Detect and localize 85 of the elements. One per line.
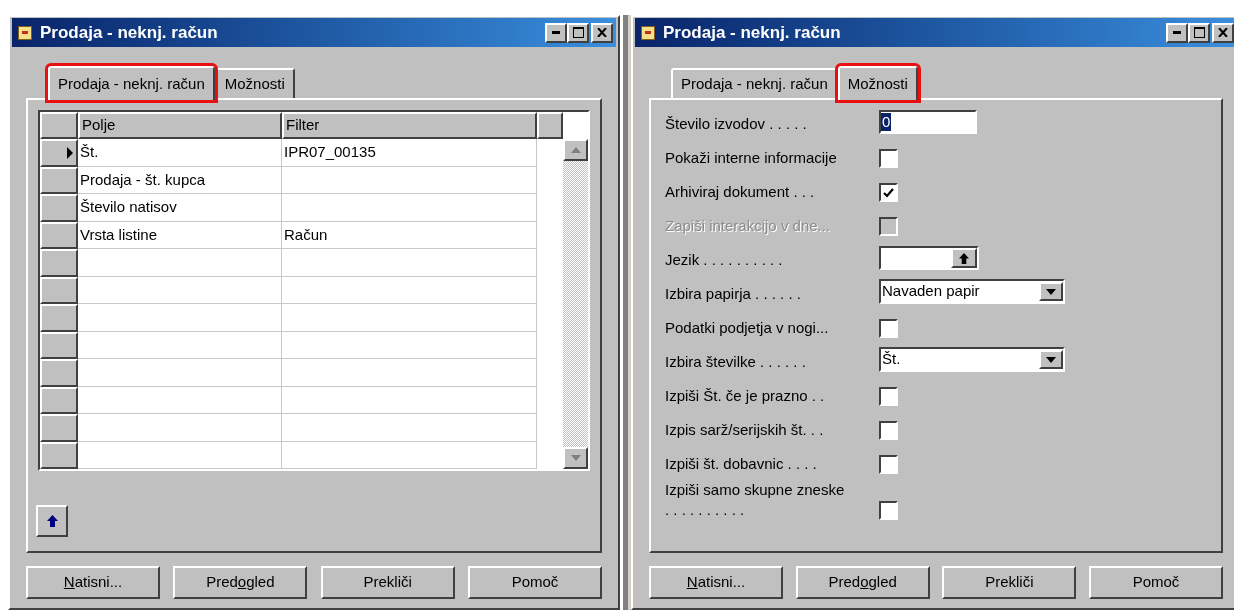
option-label: Izbira papirja . . . . . . — [665, 284, 802, 304]
option-label: Izpiši samo skupne zneske . . . . . . . . . . — [665, 480, 846, 520]
dropdown[interactable]: Št. — [879, 347, 1065, 372]
dialog-button[interactable]: Pomoč — [1088, 566, 1223, 599]
column-header[interactable] — [537, 112, 563, 139]
checkbox[interactable] — [879, 501, 898, 520]
option-label: Jezik . . . . . . . . . . — [665, 250, 784, 270]
dialog-button[interactable]: Prekliči — [320, 566, 455, 599]
dropdown[interactable]: Navaden papir — [879, 279, 1065, 304]
dialog-button[interactable]: Predogled — [173, 566, 308, 599]
minimize-button[interactable] — [545, 22, 567, 43]
maximize-button[interactable] — [1188, 22, 1210, 43]
window-title: Prodaja - neknj. račun — [663, 21, 842, 44]
row-selector[interactable] — [40, 221, 78, 249]
scroll-up-button[interactable] — [563, 139, 588, 161]
dialog-button[interactable]: Pomoč — [468, 566, 602, 599]
table-cell: IPR07_00135 — [282, 139, 537, 167]
checkbox[interactable] — [879, 387, 898, 406]
checkbox[interactable] — [879, 149, 898, 168]
window-icon — [641, 25, 655, 40]
column-header[interactable]: Filter — [282, 112, 537, 139]
row-selector[interactable] — [40, 304, 78, 332]
close-button[interactable] — [1212, 22, 1234, 43]
table-cell: Prodaja - št. kupca — [78, 166, 282, 194]
maximize-button[interactable] — [567, 22, 589, 43]
option-label: Izpiši Št. če je prazno . . — [665, 386, 826, 406]
scrollbar[interactable] — [563, 139, 588, 469]
scroll-down-button[interactable] — [563, 447, 588, 469]
option-label: Arhiviraj dokument . . . — [665, 182, 816, 202]
option-label: Zapiši interakcijo v dne... — [665, 216, 832, 236]
checkbox[interactable] — [879, 319, 898, 338]
caret-icon — [1046, 288, 1056, 295]
lookup-field[interactable] — [879, 246, 979, 270]
checkmark-icon — [883, 187, 894, 198]
row-selector[interactable] — [40, 276, 78, 304]
option-label: Število izvodov . . . . . — [665, 114, 808, 134]
close-icon — [597, 28, 607, 37]
maximize-icon — [572, 27, 584, 38]
checkbox[interactable] — [879, 421, 898, 440]
tab[interactable]: Prodaja - neknj. račun — [671, 68, 838, 98]
up-arrow-icon — [959, 252, 969, 264]
row-selector[interactable] — [40, 139, 78, 167]
minimize-icon — [1173, 31, 1181, 34]
input-field[interactable]: 0 — [879, 110, 977, 134]
current-row-icon — [66, 146, 74, 159]
minimize-button[interactable] — [1166, 22, 1188, 43]
lookup-button[interactable] — [951, 248, 977, 268]
table-cell: Število natisov — [78, 194, 282, 222]
option-label: Podatki podjetja v nogi... — [665, 318, 830, 338]
dialog-button[interactable]: Prekliči — [942, 566, 1077, 599]
row-selector[interactable] — [40, 414, 78, 442]
row-selector[interactable] — [40, 386, 78, 414]
tab[interactable]: Prodaja - neknj. račun — [48, 66, 215, 100]
option-label: Izbira številke . . . . . . — [665, 352, 807, 372]
close-icon — [1218, 28, 1228, 37]
column-header[interactable]: Polje — [78, 112, 282, 139]
dialog-button[interactable]: Predogled — [795, 566, 930, 599]
dialog-button[interactable]: Natisni... — [26, 566, 160, 599]
checkbox[interactable] — [879, 183, 898, 202]
window-title: Prodaja - neknj. račun — [40, 21, 219, 44]
checkbox[interactable] — [879, 455, 898, 474]
up-arrow-icon — [46, 515, 58, 527]
row-selector[interactable] — [40, 249, 78, 277]
close-button[interactable] — [591, 22, 613, 43]
caret-icon — [1046, 356, 1056, 363]
row-selector[interactable] — [40, 331, 78, 359]
up-arrow-icon — [570, 147, 581, 153]
option-label: Izpis sarž/serijskih št. . . — [665, 420, 825, 440]
option-label: Izpiši št. dobavnic . . . . — [665, 454, 818, 474]
option-label: Pokaži interne informacije — [665, 148, 838, 168]
row-selector[interactable] — [40, 441, 78, 469]
row-selector[interactable] — [40, 194, 78, 222]
selected-text: 0 — [881, 113, 892, 131]
table-cell: Št. — [78, 139, 282, 167]
table-cell: Račun — [282, 221, 537, 249]
window-icon — [18, 25, 32, 40]
maximize-icon — [1193, 27, 1205, 38]
row-selector[interactable] — [40, 166, 78, 194]
dialog-button[interactable]: Natisni... — [649, 566, 783, 599]
table-cell: Vrsta listine — [78, 221, 282, 249]
tab[interactable]: Možnosti — [837, 66, 918, 100]
down-arrow-icon — [570, 455, 581, 461]
up-button[interactable] — [36, 505, 68, 537]
minimize-icon — [552, 31, 560, 34]
row-selector[interactable] — [40, 359, 78, 387]
